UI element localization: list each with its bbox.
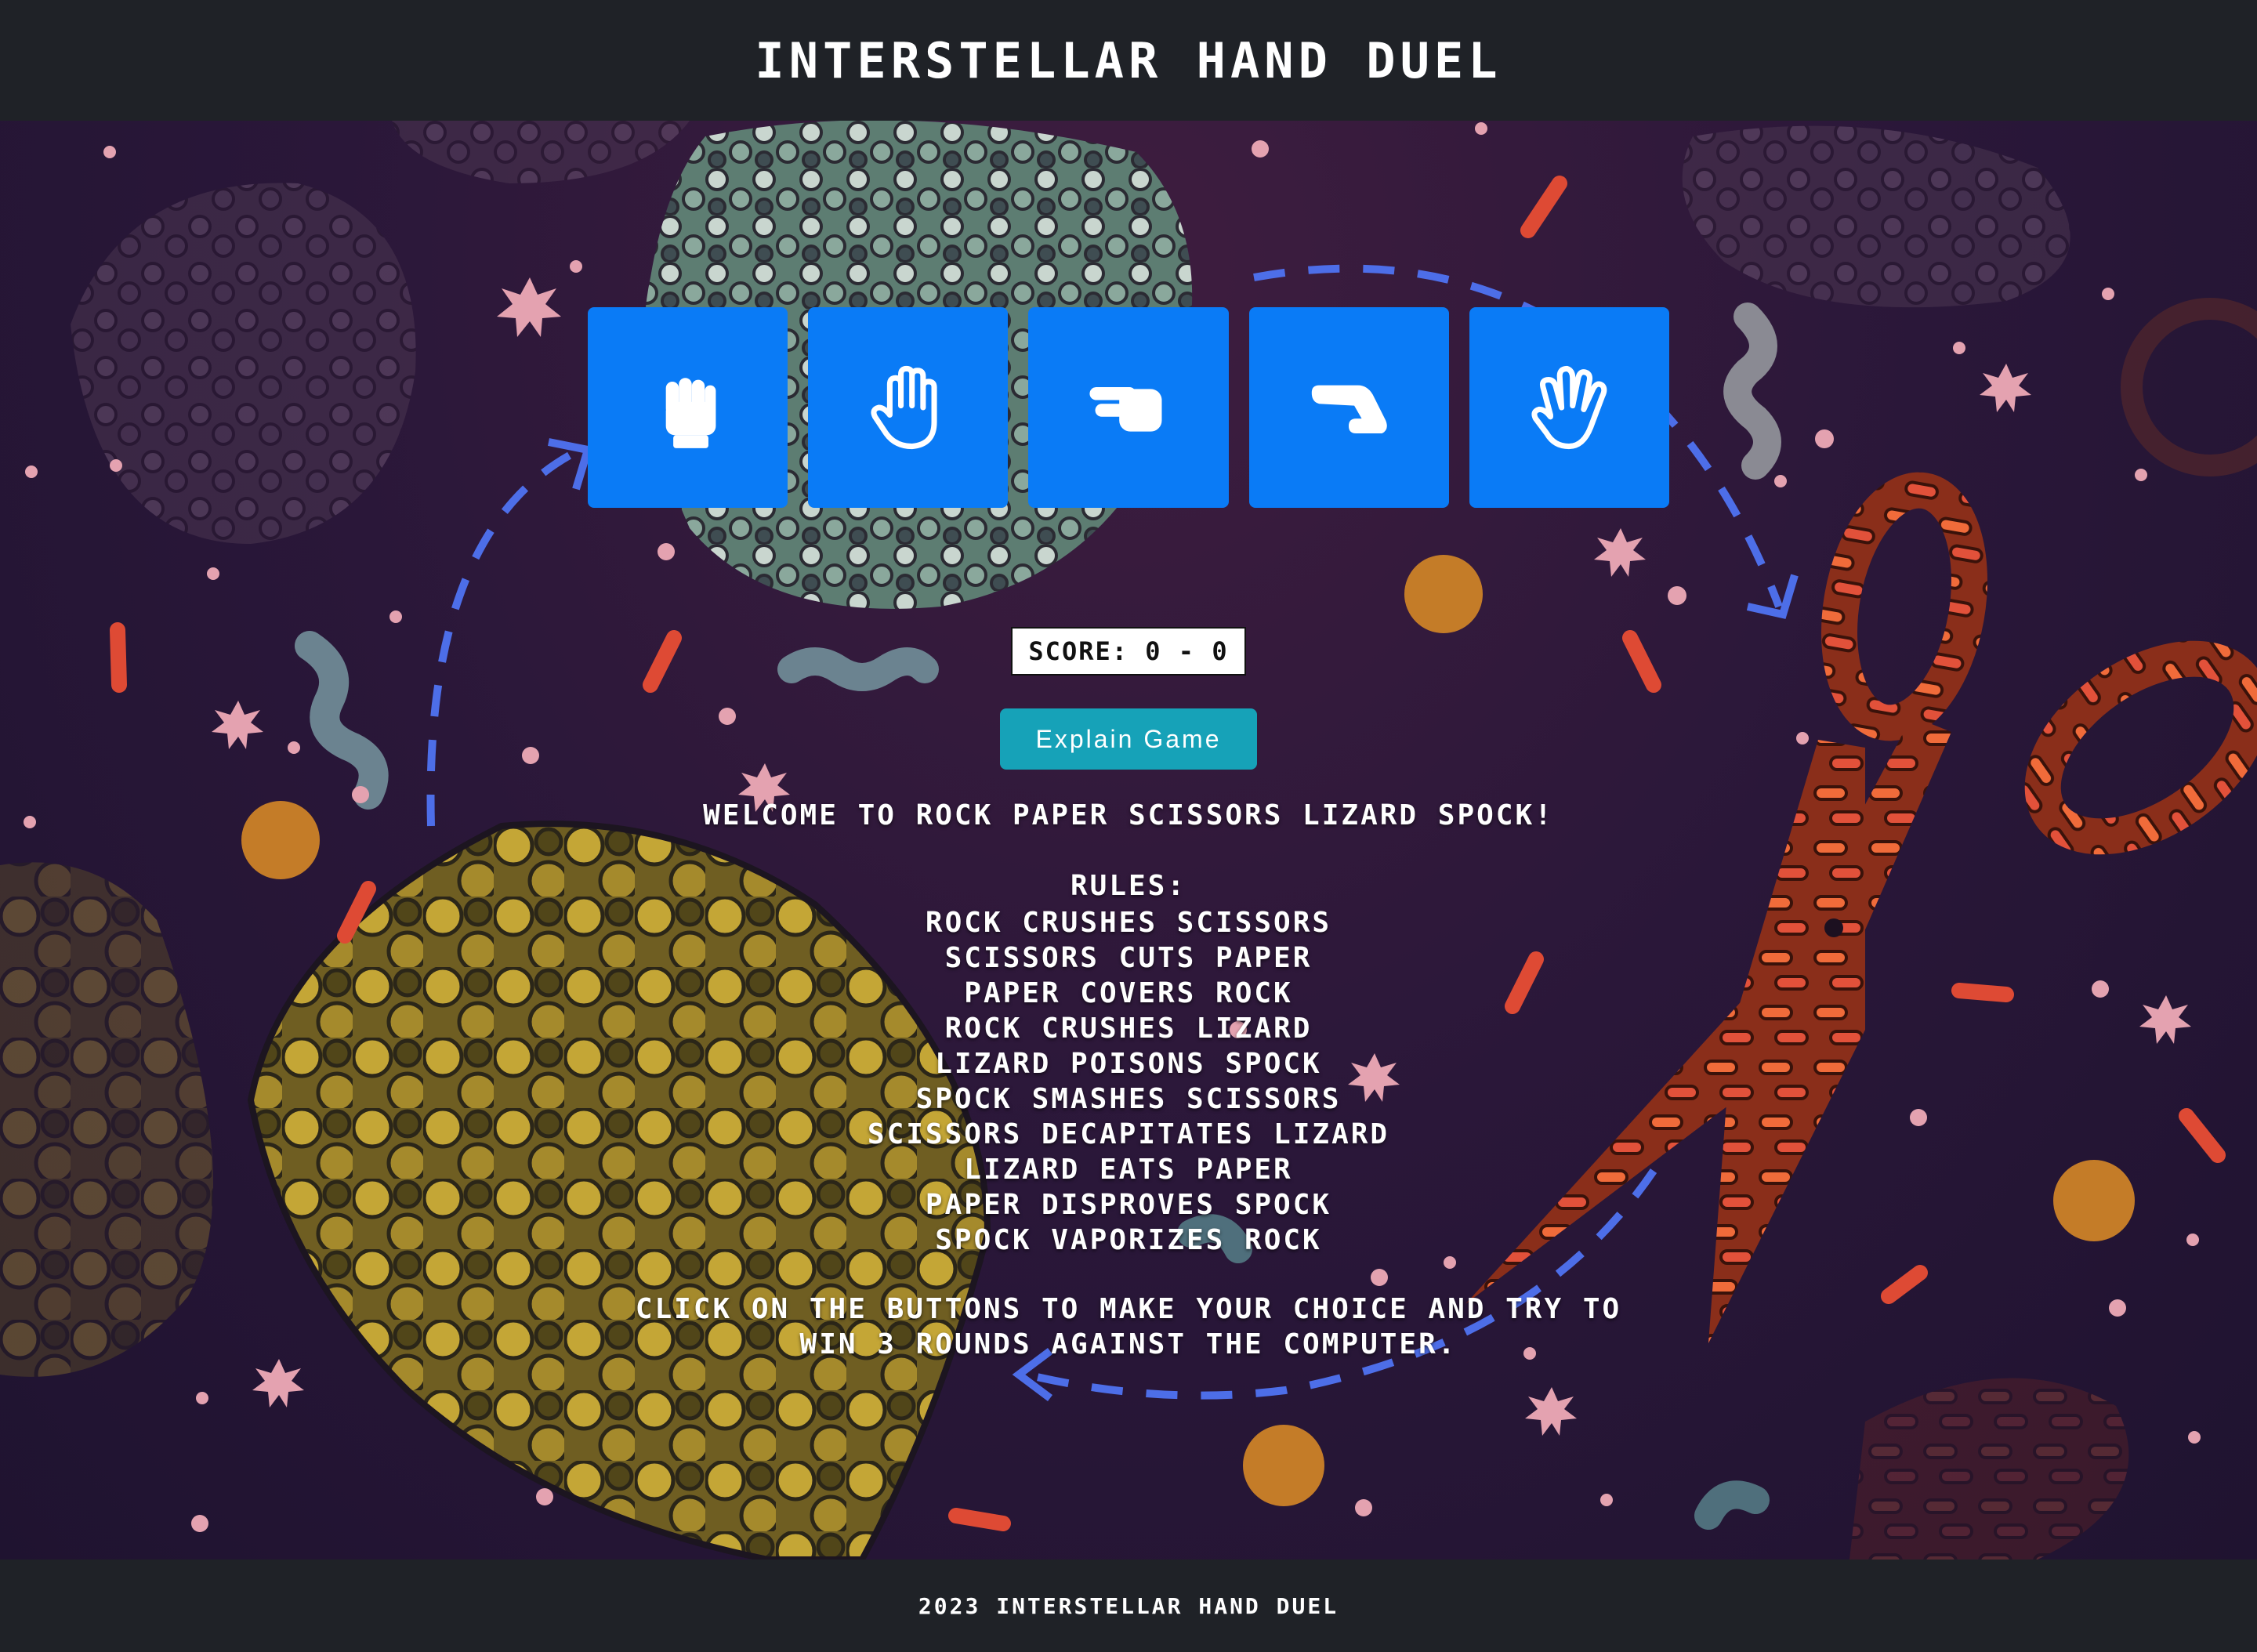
page-title: INTERSTELLAR HAND DUEL	[755, 31, 1502, 89]
hand-spock-icon	[1531, 365, 1607, 450]
welcome-message: WELCOME TO ROCK PAPER SCISSORS LIZARD SP…	[703, 799, 1554, 831]
footer-text: 2023 INTERSTELLAR HAND DUEL	[918, 1592, 1339, 1619]
rule-item: LIZARD POISONS SPOCK	[935, 1048, 1322, 1080]
score-display: SCORE: 0 - 0	[1011, 627, 1246, 676]
rule-item: SPOCK VAPORIZES ROCK	[935, 1224, 1322, 1256]
rule-item: SPOCK SMASHES SCISSORS	[915, 1083, 1342, 1115]
rule-item: ROCK CRUSHES SCISSORS	[925, 907, 1332, 939]
rule-item: SCISSORS DECAPITATES LIZARD	[867, 1118, 1390, 1150]
hand-rock-icon	[665, 378, 716, 448]
rock-button[interactable]	[588, 307, 788, 508]
hand-scissors-icon	[1089, 387, 1162, 432]
instructions-text: CLICK ON THE BUTTONS TO MAKE YOUR CHOICE…	[635, 1293, 1622, 1360]
rule-item: SCISSORS CUTS PAPER	[944, 942, 1313, 974]
hand-lizard-icon	[1312, 385, 1387, 434]
rules-list: ROCK CRUSHES SCISSORS SCISSORS CUTS PAPE…	[502, 905, 1755, 1258]
explain-game-button[interactable]: Explain Game	[1000, 708, 1257, 770]
rule-item: ROCK CRUSHES LIZARD	[944, 1013, 1313, 1045]
rule-item: LIZARD EATS PAPER	[964, 1154, 1293, 1186]
top-bar: INTERSTELLAR HAND DUEL	[0, 0, 2257, 121]
spock-button[interactable]	[1469, 307, 1670, 508]
hand-paper-icon	[871, 365, 937, 450]
rules-title: RULES:	[1070, 870, 1187, 902]
paper-button[interactable]	[808, 307, 1009, 508]
main-content: SCORE: 0 - 0 Explain Game WELCOME TO ROC…	[0, 0, 2257, 1652]
footer: 2023 INTERSTELLAR HAND DUEL	[0, 1560, 2257, 1652]
lizard-button[interactable]	[1248, 307, 1449, 508]
scissors-button[interactable]	[1028, 307, 1229, 508]
rule-item: PAPER COVERS ROCK	[964, 977, 1293, 1009]
choice-buttons	[588, 307, 1670, 508]
rule-item: PAPER DISPROVES SPOCK	[925, 1189, 1332, 1221]
